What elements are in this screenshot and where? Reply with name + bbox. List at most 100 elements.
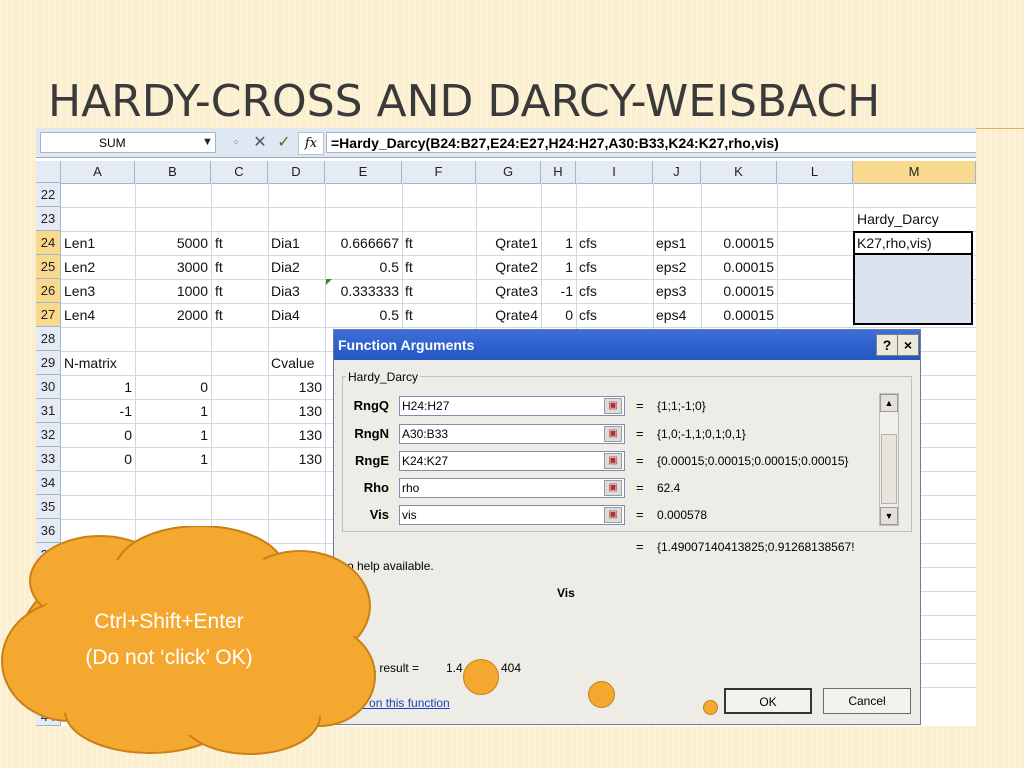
insert-function-icon[interactable]: fx (298, 132, 324, 155)
cell-d24[interactable]: Dia1 (271, 232, 300, 255)
cell-h24[interactable]: 1 (541, 232, 573, 255)
rngq-input[interactable]: H24:H27 (399, 396, 625, 416)
cell-a25[interactable]: Len2 (64, 256, 95, 279)
cell-f26[interactable]: ft (405, 280, 413, 303)
cell-b31[interactable]: 1 (135, 400, 208, 423)
scroll-down-icon[interactable]: ▼ (880, 507, 898, 525)
cell-j25[interactable]: eps2 (656, 256, 686, 279)
collapse-dialog-icon[interactable]: ▣ (604, 453, 622, 469)
row-header-22[interactable]: 22 (36, 183, 61, 207)
arguments-scrollbar[interactable]: ▲ ▼ (879, 393, 899, 526)
cell-i24[interactable]: cfs (579, 232, 597, 255)
column-header-m[interactable]: M (853, 161, 976, 183)
ok-button[interactable]: OK (724, 688, 812, 714)
cell-d29[interactable]: Cvalue (271, 352, 315, 375)
cell-k24[interactable]: 0.00015 (701, 232, 774, 255)
row-header-30[interactable]: 30 (36, 375, 61, 399)
cell-a27[interactable]: Len4 (64, 304, 95, 327)
cell-f24[interactable]: ft (405, 232, 413, 255)
cell-e25[interactable]: 0.5 (325, 256, 399, 279)
column-header-l[interactable]: L (777, 161, 853, 183)
cancel-button[interactable]: Cancel (823, 688, 911, 714)
scroll-thumb[interactable] (881, 434, 897, 504)
cell-b27[interactable]: 2000 (135, 304, 208, 327)
row-header-24[interactable]: 24 (36, 231, 61, 255)
rngn-input[interactable]: A30:B33 (399, 424, 625, 444)
collapse-dialog-icon[interactable]: ▣ (604, 426, 622, 442)
chevron-down-icon[interactable]: ▼ (202, 132, 213, 153)
cell-h27[interactable]: 0 (541, 304, 573, 327)
row-header-34[interactable]: 34 (36, 471, 61, 495)
cell-d30[interactable]: 130 (268, 376, 322, 399)
cell-k26[interactable]: 0.00015 (701, 280, 774, 303)
column-header-i[interactable]: I (576, 161, 653, 183)
name-box[interactable]: SUM (40, 132, 216, 153)
cell-b26[interactable]: 1000 (135, 280, 208, 303)
cell-d25[interactable]: Dia2 (271, 256, 300, 279)
row-header-35[interactable]: 35 (36, 495, 61, 519)
cell-e26[interactable]: 0.333333 (325, 280, 399, 303)
column-header-a[interactable]: A (61, 161, 135, 183)
cell-f25[interactable]: ft (405, 256, 413, 279)
formula-input[interactable]: =Hardy_Darcy(B24:B27,E24:E27,H24:H27,A30… (326, 132, 976, 153)
cell-d32[interactable]: 130 (268, 424, 322, 447)
cell-f27[interactable]: ft (405, 304, 413, 327)
row-header-25[interactable]: 25 (36, 255, 61, 279)
cell-g27[interactable]: Qrate4 (476, 304, 538, 327)
cell-a26[interactable]: Len3 (64, 280, 95, 303)
cell-j24[interactable]: eps1 (656, 232, 686, 255)
row-header-31[interactable]: 31 (36, 399, 61, 423)
row-header-26[interactable]: 26 (36, 279, 61, 303)
cell-e27[interactable]: 0.5 (325, 304, 399, 327)
column-header-g[interactable]: G (476, 161, 541, 183)
cell-h26[interactable]: -1 (541, 280, 573, 303)
cell-d27[interactable]: Dia4 (271, 304, 300, 327)
row-header-29[interactable]: 29 (36, 351, 61, 375)
cell-h25[interactable]: 1 (541, 256, 573, 279)
cell-e24[interactable]: 0.666667 (325, 232, 399, 255)
row-header-28[interactable]: 28 (36, 327, 61, 351)
cell-b32[interactable]: 1 (135, 424, 208, 447)
row-header-33[interactable]: 33 (36, 447, 61, 471)
cancel-icon[interactable]: ✕ (250, 133, 270, 153)
column-header-d[interactable]: D (268, 161, 325, 183)
help-icon[interactable]: ? (876, 334, 898, 356)
cell-d31[interactable]: 130 (268, 400, 322, 423)
cell-a31[interactable]: -1 (61, 400, 132, 423)
cell-k25[interactable]: 0.00015 (701, 256, 774, 279)
cell-b25[interactable]: 3000 (135, 256, 208, 279)
cell-c27[interactable]: ft (215, 304, 223, 327)
column-header-e[interactable]: E (325, 161, 402, 183)
cell-g25[interactable]: Qrate2 (476, 256, 538, 279)
collapse-dialog-icon[interactable]: ▣ (604, 480, 622, 496)
cell-m23[interactable]: Hardy_Darcy (857, 208, 939, 231)
column-header-b[interactable]: B (135, 161, 211, 183)
cell-i27[interactable]: cfs (579, 304, 597, 327)
rnge-input[interactable]: K24:K27 (399, 451, 625, 471)
cell-i26[interactable]: cfs (579, 280, 597, 303)
enter-icon[interactable]: ✓ (274, 133, 294, 153)
cell-j27[interactable]: eps4 (656, 304, 686, 327)
scroll-up-icon[interactable]: ▲ (880, 394, 898, 412)
cell-a29[interactable]: N-matrix (64, 352, 117, 375)
select-all-corner[interactable] (36, 161, 61, 183)
collapse-dialog-icon[interactable]: ▣ (604, 398, 622, 414)
cell-b30[interactable]: 0 (135, 376, 208, 399)
cell-b33[interactable]: 1 (135, 448, 208, 471)
column-header-j[interactable]: J (653, 161, 701, 183)
cell-c24[interactable]: ft (215, 232, 223, 255)
vis-input[interactable]: vis (399, 505, 625, 525)
cell-k27[interactable]: 0.00015 (701, 304, 774, 327)
close-icon[interactable]: × (897, 334, 919, 356)
column-header-f[interactable]: F (402, 161, 476, 183)
column-header-k[interactable]: K (701, 161, 777, 183)
column-header-h[interactable]: H (541, 161, 576, 183)
collapse-dialog-icon[interactable]: ▣ (604, 507, 622, 523)
cell-i25[interactable]: cfs (579, 256, 597, 279)
cell-a33[interactable]: 0 (61, 448, 132, 471)
cell-b24[interactable]: 5000 (135, 232, 208, 255)
cell-g26[interactable]: Qrate3 (476, 280, 538, 303)
row-header-23[interactable]: 23 (36, 207, 61, 231)
cell-c26[interactable]: ft (215, 280, 223, 303)
cell-d26[interactable]: Dia3 (271, 280, 300, 303)
